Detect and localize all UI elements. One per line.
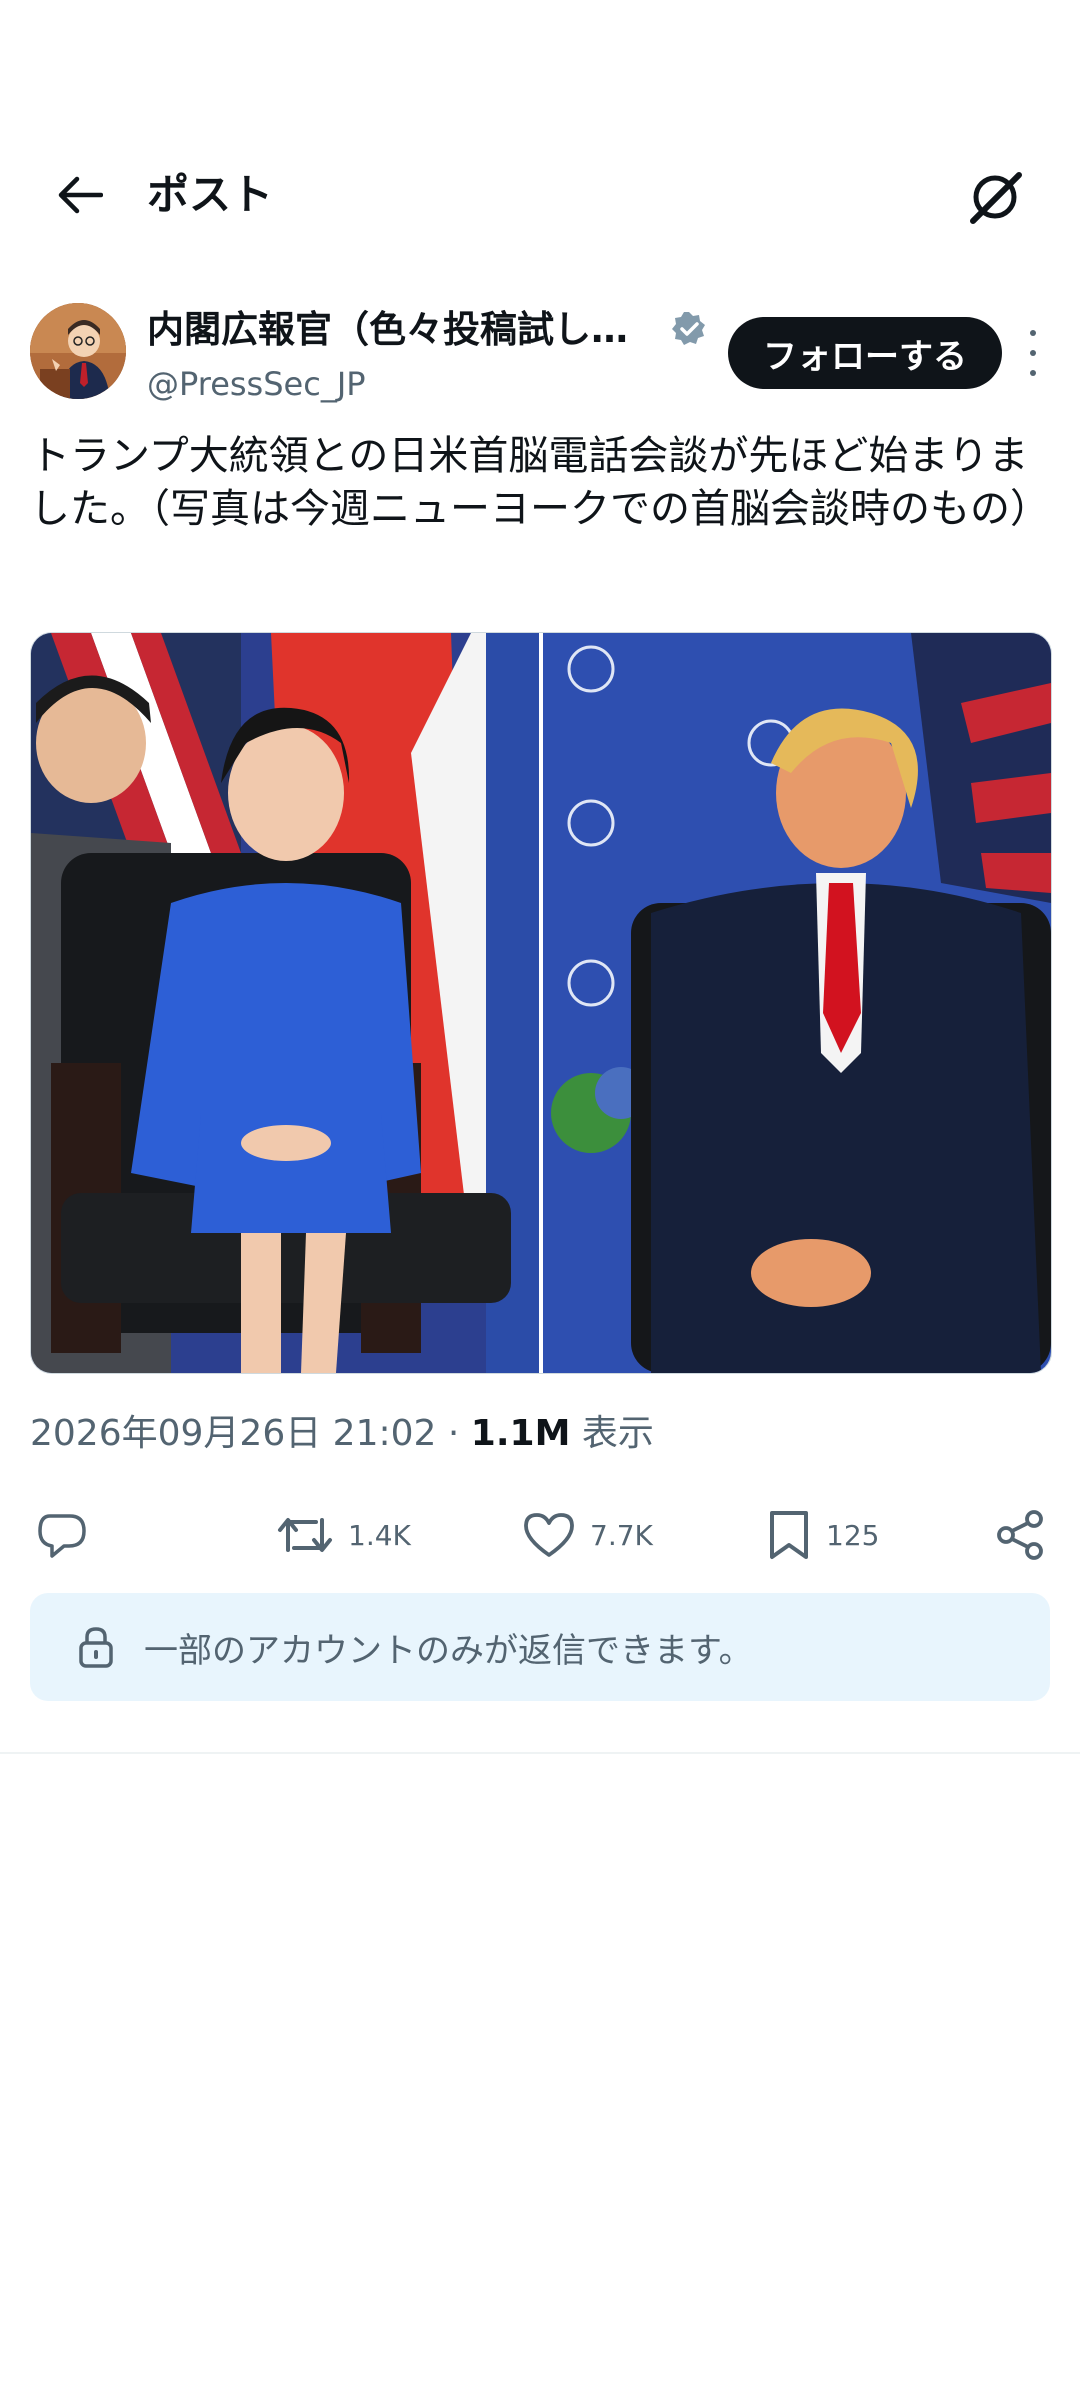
avatar-illustration [30,303,126,399]
post-text: トランプ大統領との日米首脳電話会談が先ほど始まりました。（写真は今週ニューヨーク… [30,433,1050,532]
page-title: ポスト [147,170,274,219]
post-meta: 2026年09月26日 21:02 · 1.1M 表示 [30,1406,654,1462]
more-options-icon[interactable] [1020,330,1046,376]
back-button[interactable] [50,170,110,220]
reply-icon [38,1514,86,1558]
views-label: 表示 [581,1413,654,1454]
like-button[interactable]: 7.7K [522,1500,653,1570]
avatar[interactable] [30,303,126,399]
grok-button[interactable] [962,164,1028,230]
repost-count: 1.4K [348,1518,411,1552]
repost-icon [278,1518,332,1552]
reply-restriction-banner: 一部のアカウントのみが返信できます。 [30,1593,1050,1701]
bookmark-button[interactable]: 125 [766,1500,879,1570]
author-handle[interactable]: @PressSec_JP [147,362,366,406]
follow-button[interactable]: フォローする [728,317,1002,389]
share-icon [997,1510,1043,1560]
post-photo[interactable] [30,632,1052,1374]
like-count: 7.7K [590,1518,653,1552]
top-bar: ポスト [0,150,1080,240]
meta-separator: · [447,1413,460,1454]
reply-restriction-text: 一部のアカウントのみが返信できます。 [144,1630,753,1671]
verified-badge-icon [672,312,705,345]
divider [0,1752,1080,1754]
views-count: 1.1M [470,1413,571,1454]
repost-button[interactable]: 1.4K [276,1500,411,1570]
post-timestamp[interactable]: 2026年09月26日 21:02 [30,1413,436,1454]
author-name[interactable]: 内閣広報官（色々投稿試し… [147,304,628,356]
bookmark-icon [770,1511,808,1559]
action-bar: 1.4K 7.7K 125 [0,1500,1080,1570]
post-photo-illustration [31,633,1051,1373]
reply-button[interactable] [36,1500,88,1570]
arrow-left-icon [58,176,103,214]
lock-icon [79,1627,113,1668]
heart-icon [524,1513,574,1557]
share-button[interactable] [994,1500,1046,1570]
bookmark-count: 125 [826,1518,880,1552]
grok-icon [970,172,1022,224]
